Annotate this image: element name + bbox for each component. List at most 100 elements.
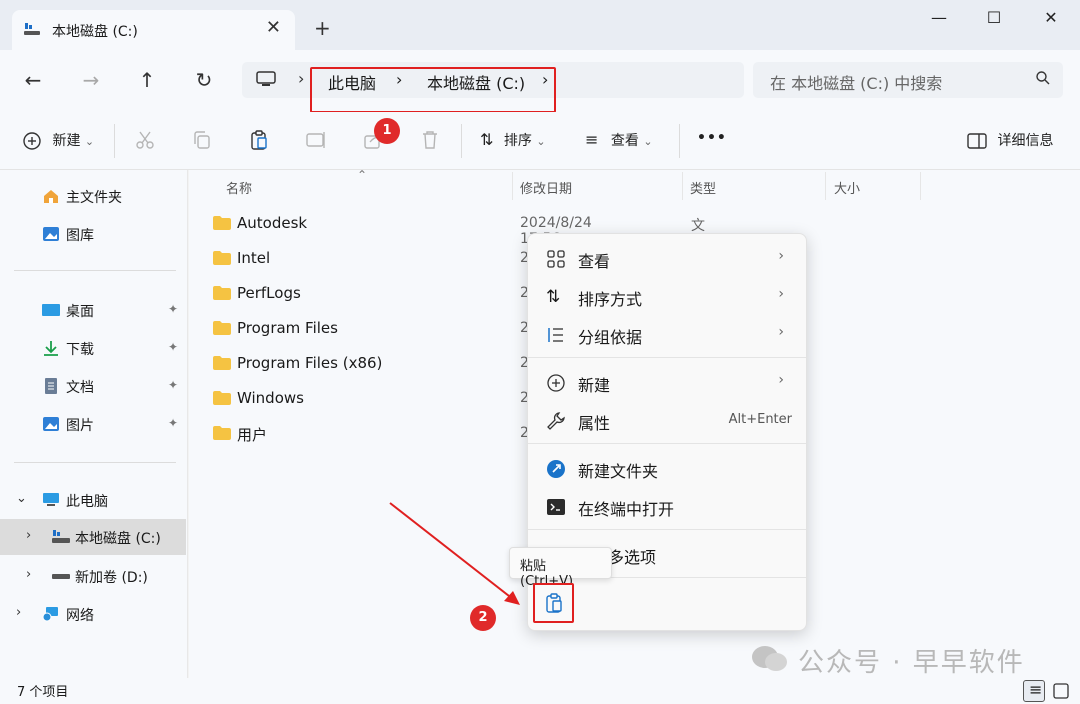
new-button[interactable]: 新建 ⌄ bbox=[22, 130, 94, 152]
tab-local-disk-c[interactable]: 本地磁盘 (C:) ✕ bbox=[12, 10, 295, 50]
paste-icon[interactable] bbox=[248, 129, 270, 151]
view-label: 查看 bbox=[610, 133, 639, 149]
column-header-modified[interactable]: 修改日期 bbox=[520, 178, 572, 197]
chevron-right-icon[interactable]: › bbox=[26, 567, 31, 582]
tab-close-icon[interactable]: ✕ bbox=[266, 17, 281, 38]
table-row[interactable]: Windows 2 bbox=[209, 381, 529, 415]
navigation-pane: 主文件夹 图库 桌面 ✦ 下载 ✦ 文档 ✦ 图片 ✦ ⌄ 此电脑 › 本地磁盘… bbox=[0, 170, 188, 678]
new-tab-button[interactable]: + bbox=[314, 16, 331, 40]
folder-icon bbox=[213, 391, 231, 405]
file-name: Program Files (x86) bbox=[237, 354, 383, 372]
context-menu-item-new[interactable]: 新建 › bbox=[534, 364, 802, 400]
breadcrumb-expand-icon[interactable]: › bbox=[542, 70, 548, 89]
list-view-icon: ≡ bbox=[1029, 680, 1043, 699]
sidebar-item-gallery[interactable]: 图库 bbox=[0, 216, 186, 252]
up-button[interactable]: ↑ bbox=[134, 68, 160, 92]
view-button[interactable]: ≡ 查看 ⌄ bbox=[585, 130, 653, 152]
folder-icon bbox=[213, 286, 231, 300]
menu-item-label: 排序方式 bbox=[578, 290, 643, 309]
details-pane-button[interactable]: 详细信息 bbox=[967, 130, 1053, 152]
sidebar-divider bbox=[14, 270, 176, 271]
list-view-icon: ≡ bbox=[585, 130, 599, 149]
search-input[interactable]: 在 本地磁盘 (C:) 中搜索 bbox=[770, 70, 942, 94]
context-menu-item-group[interactable]: 分组依据 › bbox=[534, 316, 802, 352]
sidebar-item-desktop[interactable]: 桌面 ✦ bbox=[0, 292, 186, 328]
computer-icon bbox=[43, 493, 59, 506]
sidebar-item-home[interactable]: 主文件夹 bbox=[0, 178, 186, 214]
network-icon bbox=[42, 607, 58, 622]
table-row[interactable]: Program Files 2 bbox=[209, 311, 529, 345]
context-menu-item-properties[interactable]: 属性 Alt+Enter bbox=[534, 402, 802, 438]
chevron-right-icon: › bbox=[778, 286, 784, 302]
sidebar-item-downloads[interactable]: 下载 ✦ bbox=[0, 330, 186, 366]
context-menu-paste-button[interactable] bbox=[533, 583, 574, 623]
command-bar: 新建 ⌄ 1 ⇅ 排序 ⌄ ≡ 查看 ⌄ ••• 详细信息 bbox=[0, 112, 1080, 170]
address-bar[interactable]: › 此电脑 › 本地磁盘 (C:) › bbox=[242, 62, 744, 113]
chevron-right-icon: › bbox=[778, 372, 784, 388]
table-row[interactable]: Autodesk 2024/8/24 17:56 文件夹 bbox=[209, 206, 705, 274]
sidebar-item-this-pc[interactable]: ⌄ 此电脑 bbox=[0, 482, 186, 518]
desktop-icon bbox=[42, 304, 60, 316]
column-header-size[interactable]: 大小 bbox=[834, 178, 860, 197]
cut-icon[interactable] bbox=[134, 129, 156, 151]
sidebar-item-network[interactable]: › 网络 bbox=[0, 596, 186, 632]
details-label: 详细信息 bbox=[997, 133, 1054, 149]
rename-icon[interactable] bbox=[305, 129, 327, 151]
more-button[interactable]: ••• bbox=[697, 130, 727, 152]
sort-ascending-icon: ⌃ bbox=[357, 168, 368, 182]
table-row[interactable]: 用户 2 bbox=[209, 416, 529, 450]
chevron-right-icon[interactable]: › bbox=[16, 605, 21, 620]
breadcrumb-this-pc[interactable]: 此电脑 bbox=[328, 70, 376, 94]
column-divider bbox=[920, 172, 921, 200]
pin-icon[interactable]: ✦ bbox=[168, 302, 178, 316]
chevron-right-icon: › bbox=[778, 248, 784, 264]
paste-icon bbox=[546, 593, 562, 613]
search-box[interactable]: 在 本地磁盘 (C:) 中搜索 bbox=[753, 62, 1063, 98]
sidebar-item-new-volume-d[interactable]: › 新加卷 (D:) bbox=[0, 558, 186, 594]
sidebar-item-local-disk-c[interactable]: › 本地磁盘 (C:) bbox=[0, 519, 186, 555]
table-row[interactable]: Program Files (x86) 2 bbox=[209, 346, 529, 380]
pin-icon[interactable]: ✦ bbox=[168, 340, 178, 354]
sidebar-item-label: 此电脑 bbox=[66, 494, 108, 510]
sort-button[interactable]: ⇅ 排序 ⌄ bbox=[480, 130, 546, 152]
pin-icon[interactable]: ✦ bbox=[168, 378, 178, 392]
chevron-down-icon[interactable]: ⌄ bbox=[16, 491, 27, 506]
context-menu-item-sort[interactable]: ⇅ 排序方式 › bbox=[534, 278, 802, 314]
forward-button[interactable]: → bbox=[78, 68, 104, 92]
refresh-button[interactable]: ↻ bbox=[191, 68, 217, 92]
delete-icon[interactable] bbox=[419, 129, 441, 151]
context-menu-item-view[interactable]: 查看 › bbox=[534, 240, 802, 276]
maximize-button[interactable]: ☐ bbox=[982, 8, 1006, 30]
sidebar-item-pictures[interactable]: 图片 ✦ bbox=[0, 406, 186, 442]
toolbar-divider bbox=[114, 124, 115, 158]
table-row[interactable]: PerfLogs 2 bbox=[209, 276, 529, 310]
pin-icon[interactable]: ✦ bbox=[168, 416, 178, 430]
context-menu-item-open-terminal[interactable]: 在终端中打开 bbox=[534, 488, 802, 524]
close-window-button[interactable]: ✕ bbox=[1039, 8, 1063, 30]
sidebar-item-documents[interactable]: 文档 ✦ bbox=[0, 368, 186, 404]
chevron-down-icon: ⌄ bbox=[643, 135, 653, 148]
sidebar-item-label: 文档 bbox=[66, 380, 94, 396]
chevron-right-icon[interactable]: › bbox=[26, 528, 31, 543]
column-header-name[interactable]: 名称 bbox=[226, 178, 252, 197]
file-name: Autodesk bbox=[237, 214, 308, 232]
details-view-button[interactable]: ≡ bbox=[1023, 680, 1045, 702]
sort-icon: ⇅ bbox=[480, 130, 494, 149]
column-divider bbox=[682, 172, 683, 200]
copy-icon[interactable] bbox=[191, 129, 213, 151]
sidebar-divider bbox=[14, 462, 176, 463]
table-row[interactable]: Intel 2 bbox=[209, 241, 529, 275]
menu-separator bbox=[528, 443, 806, 444]
minimize-button[interactable]: — bbox=[927, 8, 951, 30]
breadcrumb-local-disk-c[interactable]: 本地磁盘 (C:) bbox=[427, 70, 525, 94]
file-name: PerfLogs bbox=[237, 284, 301, 302]
column-header-type[interactable]: 类型 bbox=[690, 178, 716, 197]
tiles-view-button[interactable] bbox=[1050, 680, 1072, 702]
folder-icon bbox=[213, 356, 231, 370]
context-menu-item-new-folder[interactable]: 新建文件夹 bbox=[534, 450, 802, 486]
group-icon bbox=[548, 328, 563, 342]
back-button[interactable]: ← bbox=[20, 68, 46, 92]
terminal-icon bbox=[547, 499, 565, 515]
column-divider bbox=[512, 172, 513, 200]
menu-item-label: 查看 bbox=[578, 252, 611, 271]
